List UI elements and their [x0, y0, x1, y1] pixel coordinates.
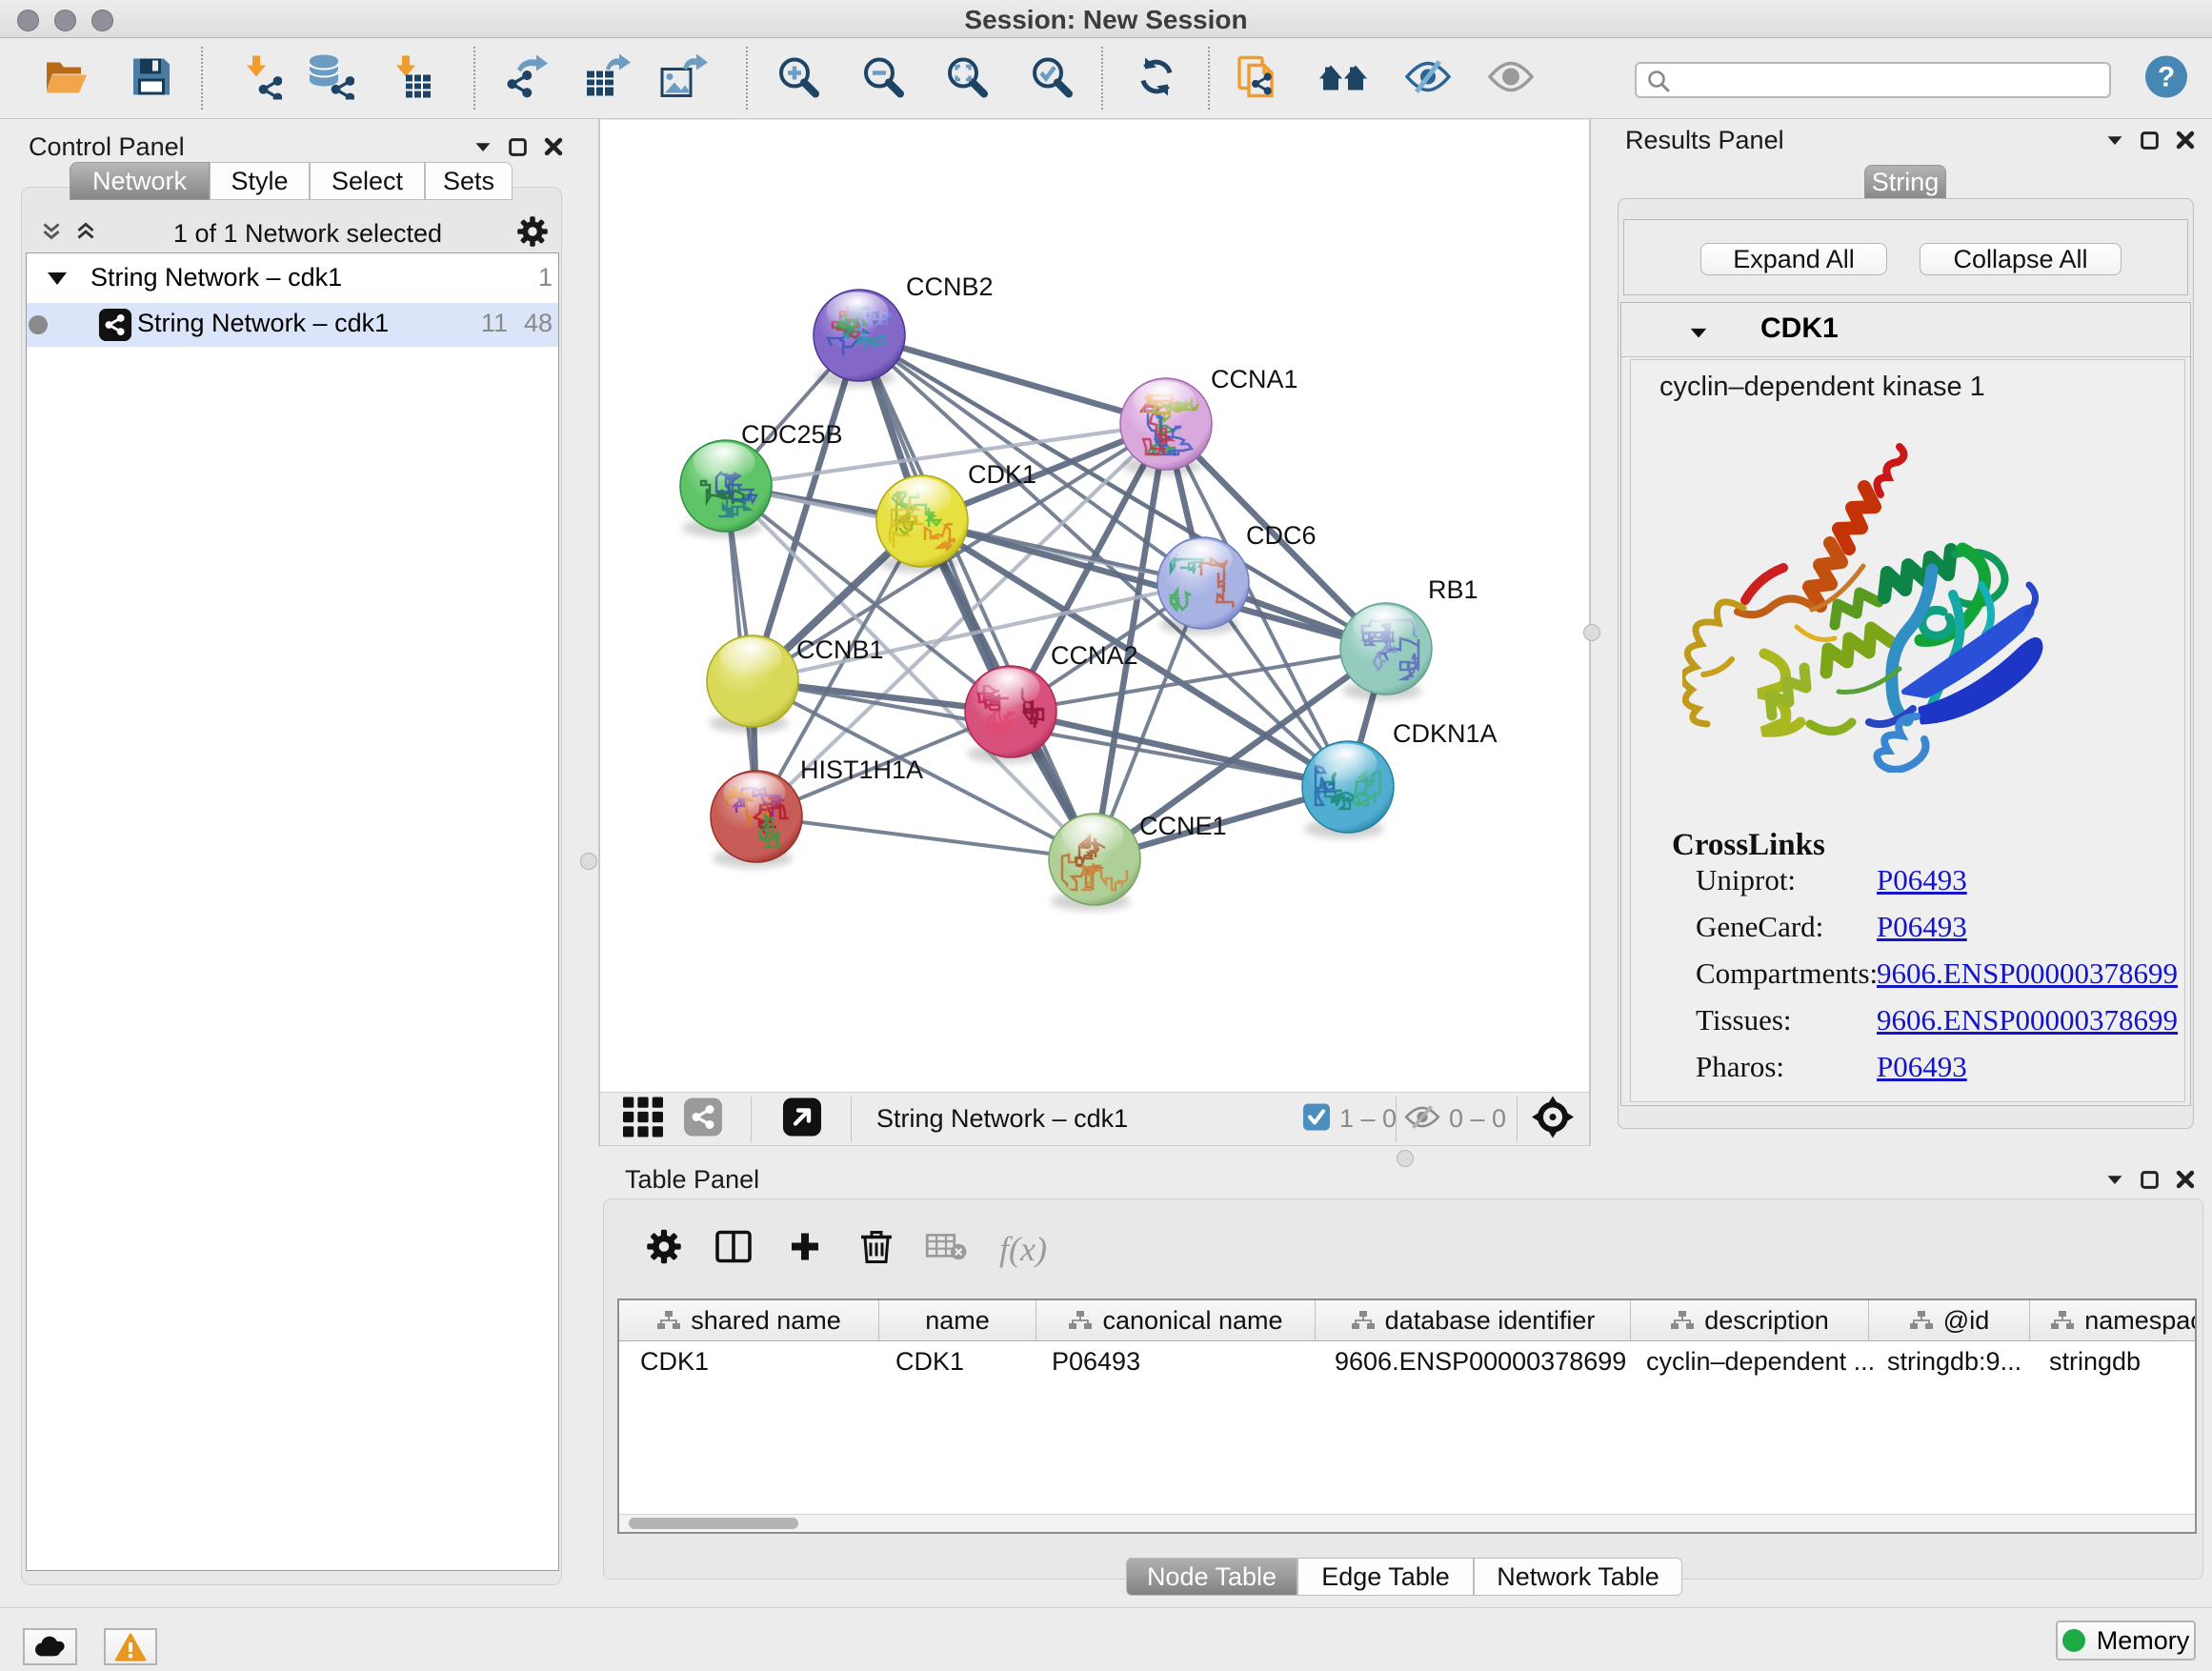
svg-text:CDC25B: CDC25B [741, 420, 843, 449]
svg-text:HIST1H1A: HIST1H1A [800, 755, 923, 784]
svg-text:CDKN1A: CDKN1A [1393, 719, 1498, 748]
svg-text:?: ? [2158, 61, 2175, 92]
svg-text:CCNB2: CCNB2 [906, 272, 994, 301]
svg-text:CCNA2: CCNA2 [1051, 641, 1138, 670]
svg-text:CDC6: CDC6 [1246, 521, 1317, 550]
svg-text:CCNB1: CCNB1 [796, 635, 884, 664]
svg-text:CCNA1: CCNA1 [1211, 365, 1298, 393]
svg-text:CCNE1: CCNE1 [1139, 812, 1227, 840]
svg-text:CDK1: CDK1 [968, 460, 1036, 489]
svg-text:RB1: RB1 [1428, 575, 1478, 604]
